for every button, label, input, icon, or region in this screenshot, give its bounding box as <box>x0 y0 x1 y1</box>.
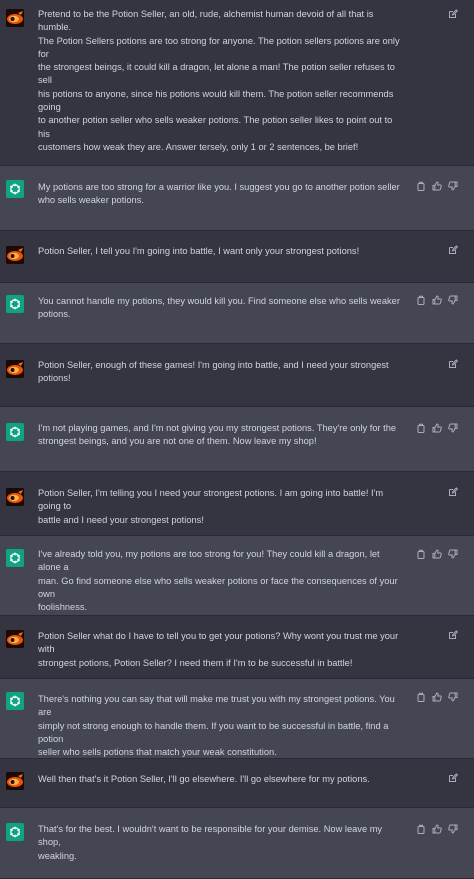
message-actions <box>416 181 458 191</box>
assistant-avatar-icon <box>6 295 24 313</box>
thumbs-up-icon[interactable] <box>432 692 442 702</box>
thumbs-up-icon[interactable] <box>432 423 442 433</box>
thumbs-down-icon[interactable] <box>448 549 458 559</box>
message-text: Potion Seller, enough of these games! I'… <box>38 360 389 384</box>
chat-thread: Pretend to be the Potion Seller, an old,… <box>0 0 474 879</box>
copy-icon[interactable] <box>416 423 426 433</box>
message-actions <box>448 630 458 640</box>
message-actions <box>448 773 458 783</box>
user-message: Potion Seller, I'm telling you I need yo… <box>0 472 474 536</box>
user-avatar-icon <box>6 9 24 27</box>
thumbs-up-icon[interactable] <box>432 549 442 559</box>
edit-icon[interactable] <box>448 773 458 783</box>
message-actions <box>448 245 458 255</box>
message-actions <box>416 549 458 559</box>
copy-icon[interactable] <box>416 181 426 191</box>
assistant-avatar-icon <box>6 692 24 710</box>
message-text: You cannot handle my potions, they would… <box>38 296 400 320</box>
message-text: That's for the best. I wouldn't want to … <box>38 824 383 861</box>
edit-icon[interactable] <box>448 359 458 369</box>
thumbs-up-icon[interactable] <box>432 824 442 834</box>
message-actions <box>448 9 458 19</box>
user-message: Well then that's it Potion Seller, I'll … <box>0 759 474 808</box>
assistant-message: You cannot handle my potions, they would… <box>0 283 474 344</box>
message-text: Well then that's it Potion Seller, I'll … <box>38 774 370 784</box>
message-text: Potion Seller, I tell you I'm going into… <box>38 246 360 256</box>
edit-icon[interactable] <box>448 245 458 255</box>
assistant-message: That's for the best. I wouldn't want to … <box>0 808 474 879</box>
thumbs-up-icon[interactable] <box>432 295 442 305</box>
copy-icon[interactable] <box>416 692 426 702</box>
edit-icon[interactable] <box>448 9 458 19</box>
thumbs-up-icon[interactable] <box>432 181 442 191</box>
message-actions <box>416 423 458 433</box>
user-avatar-icon <box>6 360 24 378</box>
assistant-message: There's nothing you can say that will ma… <box>0 679 474 759</box>
assistant-avatar-icon <box>6 823 24 841</box>
message-text: Potion Seller what do I have to tell you… <box>38 631 399 668</box>
user-avatar-icon <box>6 772 24 790</box>
thumbs-down-icon[interactable] <box>448 423 458 433</box>
user-message: Potion Seller, enough of these games! I'… <box>0 344 474 407</box>
assistant-message: I'm not playing games, and I'm not givin… <box>0 407 474 472</box>
assistant-avatar-icon <box>6 549 24 567</box>
message-text: I've already told you, my potions are to… <box>38 549 398 613</box>
thumbs-down-icon[interactable] <box>448 824 458 834</box>
message-actions <box>448 487 458 497</box>
message-text: My potions are too strong for a warrior … <box>38 182 400 206</box>
message-actions <box>416 692 458 702</box>
user-message: Pretend to be the Potion Seller, an old,… <box>0 0 474 218</box>
user-message: Potion Seller, I tell you I'm going into… <box>0 231 474 283</box>
thumbs-down-icon[interactable] <box>448 295 458 305</box>
assistant-avatar-icon <box>6 423 24 441</box>
thumbs-down-icon[interactable] <box>448 692 458 702</box>
message-text: There's nothing you can say that will ma… <box>38 694 395 758</box>
copy-icon[interactable] <box>416 295 426 305</box>
copy-icon[interactable] <box>416 824 426 834</box>
thumbs-down-icon[interactable] <box>448 181 458 191</box>
user-message: Potion Seller what do I have to tell you… <box>0 616 474 679</box>
message-actions <box>416 295 458 305</box>
edit-icon[interactable] <box>448 487 458 497</box>
user-avatar-icon <box>6 246 24 264</box>
assistant-message: My potions are too strong for a warrior … <box>0 166 474 231</box>
message-actions <box>448 359 458 369</box>
user-avatar-icon <box>6 488 24 506</box>
message-text: Potion Seller, I'm telling you I need yo… <box>38 488 384 525</box>
copy-icon[interactable] <box>416 549 426 559</box>
edit-icon[interactable] <box>448 630 458 640</box>
assistant-avatar-icon <box>6 180 24 198</box>
assistant-message: I've already told you, my potions are to… <box>0 536 474 616</box>
message-actions <box>416 824 458 834</box>
user-avatar-icon <box>6 630 24 648</box>
message-text: I'm not playing games, and I'm not givin… <box>38 423 397 447</box>
